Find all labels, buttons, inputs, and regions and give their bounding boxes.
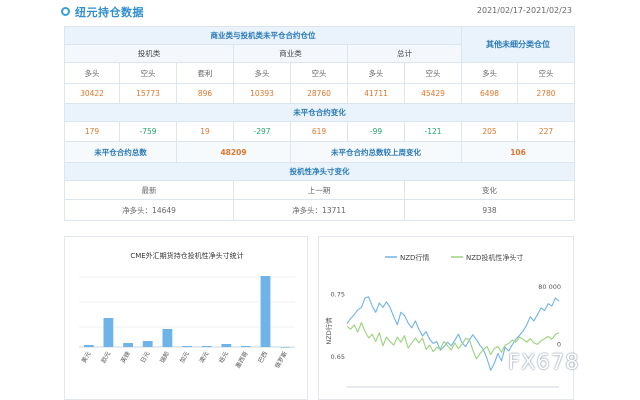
other-title: 其他未细分类仓位 [461,26,576,63]
column-header: 多头 [461,62,519,84]
change-values-row: 179 -759 19 -297 619 -99 -121 205 227 [64,121,576,142]
page-title: 纽元持仓数据 [75,6,144,19]
category-label: 纽元 [217,350,230,364]
category-label: 澳元 [197,350,210,364]
change-value: 179 [64,121,120,142]
date-range: 2021/02/17-2021/02/23 [476,6,572,15]
total-label: 未平仓合约总数 [64,141,177,163]
column-header: 空头 [517,62,576,84]
spec-column-row: 最新 上一期 变化 [64,180,576,200]
total-row: 未平仓合约总数 48209 未平仓合约总数较上周变化 106 [64,141,576,163]
bar [260,276,271,347]
bar [182,346,192,347]
column-header: 套利 [176,62,234,84]
spec-header-change: 变化 [403,180,576,200]
position-value: 41711 [347,83,405,104]
position-value: 45429 [403,83,463,104]
bar [221,344,232,347]
change-value: -297 [233,121,291,142]
bar-chart-panel: CME外汇期货持仓投机性净头寸统计 美元 欧元 英镑 日元 瑞郎 加元 澳元 纽元 墨西哥 巴西俄… [64,236,308,400]
column-header-row: 多头 空头 套利 多头 空头 多头 空头 多头 空头 [64,62,576,84]
position-value: 28760 [290,83,348,104]
total-value: 48209 [176,141,291,163]
spec-prev: 净多头：13711 [233,199,405,221]
line-chart: NZD行情 NZD投机性净头寸 0.75 0.65 80 000 0 NZD行情 [324,253,561,388]
category-label: 巴西 [257,351,269,365]
legend-label: NZD投机性净头寸 [466,253,523,262]
bar-chart: 美元 欧元 英镑 日元 瑞郎 加元 澳元 纽元 墨西哥 巴西 俄罗斯 [79,276,295,370]
change-value: 619 [290,121,348,142]
position-value: 30422 [64,83,120,104]
fx678-watermark: FX678 [508,350,580,374]
spec-title: 投机性净头寸变化 [63,162,576,181]
column-header: 空头 [403,62,463,84]
sub-group-commercial: 商业类 [233,44,348,63]
bar [123,343,133,347]
position-value: 896 [176,83,234,104]
position-value: 2780 [517,83,576,104]
spec-values-row: 净多头：14649 净多头：13711 938 [64,199,576,221]
y-right-tick: 0 [557,341,561,349]
category-label: 日元 [139,351,151,365]
change-value: 205 [461,121,519,142]
category-label: 瑞郎 [158,350,171,364]
column-header: 多头 [64,62,120,84]
category-label: 加元 [178,350,191,364]
spec-header-row: 投机性净头寸变化 [63,162,576,181]
category-label: 英镑 [119,350,132,364]
column-header: 多头 [347,62,405,84]
total-change-value: 106 [461,141,576,163]
y-right-tick: 80 000 [538,283,561,291]
total-change-label: 未平仓合约总数较上周变化 [289,141,463,163]
spec-header-latest: 最新 [64,180,234,200]
change-value: -759 [119,121,177,142]
category-label: 美元 [80,350,93,364]
position-value: 15773 [119,83,177,104]
bar [162,329,173,347]
category-label: 欧元 [99,350,112,364]
change-header-row: 未平仓合约变化 [63,103,576,122]
bar [241,346,251,347]
circle-icon [61,7,70,16]
bar [201,346,212,347]
positions-table: 商业类与投机类未平仓合约仓位 其他未细分类仓位 投机类 商业类 总计 多头 空头… [63,26,576,221]
column-header: 空头 [119,62,177,84]
change-title: 未平仓合约变化 [63,103,576,122]
change-value: -99 [347,121,405,142]
header: 纽元持仓数据 2021/02/17-2021/02/23 [0,0,640,24]
bar [103,318,114,347]
y-left-tick: 0.75 [331,291,345,299]
y-left-label: NZD行情 [324,317,333,345]
spec-latest: 净多头：14649 [64,199,234,221]
bar [280,347,291,348]
legend-label: NZD行情 [400,253,429,262]
change-value: 227 [517,121,576,142]
category-label: 俄罗斯 [273,350,289,370]
position-values-row: 30422 15773 896 10393 28760 41711 45429 … [64,83,576,104]
line-chart-panel: NZD行情 NZD投机性净头寸 0.75 0.65 80 000 0 NZD行情 [318,236,574,400]
group-title: 商业类与投机类未平仓合约仓位 [63,26,463,45]
bar [142,341,153,347]
sub-group-total: 总计 [346,44,463,63]
change-value: 19 [176,121,234,142]
position-value: 10393 [233,83,291,104]
position-value: 6498 [461,83,519,104]
bar [83,345,94,347]
sub-group-speculative: 投机类 [64,44,234,63]
column-header: 空头 [290,62,348,84]
spec-header-prev: 上一期 [233,180,405,200]
column-header: 多头 [233,62,291,84]
category-label: 墨西哥 [235,351,250,370]
spec-change: 938 [403,199,576,221]
y-left-tick: 0.65 [331,353,345,361]
change-value: -121 [403,121,463,142]
group-header-row: 商业类与投机类未平仓合约仓位 其他未细分类仓位 [63,26,576,63]
